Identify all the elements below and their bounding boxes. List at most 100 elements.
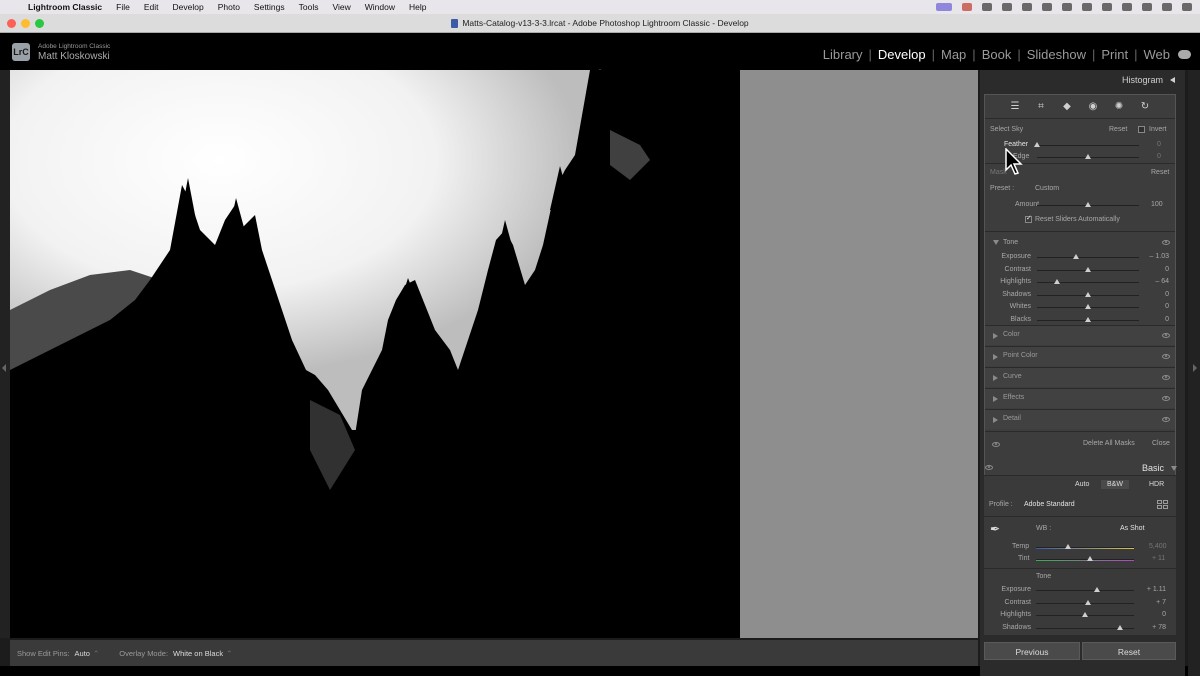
preset-dropdown[interactable]: Custom (1035, 185, 1059, 192)
module-library[interactable]: Library (823, 47, 863, 62)
module-web[interactable]: Web (1144, 47, 1171, 62)
amount-slider[interactable] (1037, 202, 1139, 209)
settings-icon[interactable] (1002, 3, 1012, 11)
collapse-icon[interactable] (1171, 466, 1177, 471)
bw-button[interactable]: B&W (1101, 480, 1129, 489)
brightness-icon[interactable] (982, 3, 992, 11)
status-app-icon[interactable] (962, 3, 972, 11)
edit-sliders-icon[interactable]: ☰ (1010, 101, 1021, 112)
section-point-color[interactable]: Point Color (985, 346, 1175, 366)
temp-slider[interactable] (1036, 544, 1134, 551)
invert-checkbox[interactable] (1138, 126, 1145, 133)
app-icon[interactable] (1042, 3, 1052, 11)
amount-slider-thumb[interactable] (1085, 202, 1091, 207)
profile-dropdown[interactable]: Adobe Standard (1024, 501, 1075, 508)
module-slideshow[interactable]: Slideshow (1027, 47, 1086, 62)
hdr-button[interactable]: HDR (1143, 480, 1170, 489)
eye-icon[interactable] (1162, 354, 1170, 359)
eye-icon[interactable] (1162, 396, 1170, 401)
module-develop[interactable]: Develop (878, 47, 926, 62)
tone-slider-thumb[interactable] (1117, 624, 1124, 630)
tone-collapse-icon[interactable] (993, 240, 999, 245)
tone-slider[interactable] (1037, 266, 1139, 274)
profile-browser-icon[interactable] (1157, 500, 1168, 509)
module-print[interactable]: Print (1101, 47, 1128, 62)
tone-slider-thumb[interactable] (1054, 279, 1061, 284)
battery-icon[interactable] (1102, 3, 1112, 11)
tone-slider-thumb[interactable] (1085, 304, 1091, 309)
previous-button[interactable]: Previous (984, 642, 1080, 660)
menu-help[interactable]: Help (409, 2, 426, 12)
eye-icon[interactable] (1162, 375, 1170, 380)
eye-icon[interactable] (1162, 240, 1170, 245)
image-canvas[interactable] (10, 70, 978, 638)
masking-icon[interactable]: ✺ (1114, 101, 1125, 112)
wifi-icon[interactable] (1122, 3, 1132, 11)
close-masks-button[interactable]: Close (1152, 440, 1170, 447)
show-edit-pins-dropdown[interactable]: Auto (75, 649, 90, 658)
slider-value[interactable]: 0 (1136, 611, 1166, 618)
basic-eye-icon[interactable] (985, 465, 993, 470)
feather-value[interactable]: 0 (1157, 141, 1161, 148)
play-icon[interactable] (1082, 3, 1092, 11)
tone-slider[interactable] (1037, 279, 1139, 286)
wb-dropdown[interactable]: As Shot (1120, 525, 1145, 532)
menu-settings[interactable]: Settings (254, 2, 285, 12)
feather-slider-thumb[interactable] (1034, 142, 1040, 147)
menu-window[interactable]: Window (365, 2, 395, 12)
edge-value[interactable]: 0 (1157, 153, 1161, 160)
tone-slider-thumb[interactable] (1085, 266, 1091, 272)
tint-value[interactable]: + 11 (1152, 555, 1165, 562)
eye-icon[interactable] (1162, 333, 1170, 338)
tone-slider-thumb[interactable] (1082, 612, 1088, 617)
slider-value[interactable]: 0 (1139, 303, 1169, 310)
menu-develop[interactable]: Develop (173, 2, 204, 12)
menu-view[interactable]: View (332, 2, 350, 12)
tone-slider[interactable] (1037, 316, 1139, 324)
module-book[interactable]: Book (982, 47, 1012, 62)
red-eye-icon[interactable]: ◉ (1088, 101, 1099, 112)
mask-overlay-photo[interactable] (10, 70, 740, 638)
crop-icon[interactable]: ⌗ (1036, 101, 1047, 112)
menu-tools[interactable]: Tools (299, 2, 319, 12)
left-panel-strip[interactable] (0, 70, 10, 638)
slider-value[interactable]: + 1.11 (1136, 586, 1166, 593)
tone-slider[interactable] (1036, 587, 1134, 594)
slider-value[interactable]: – 1.03 (1139, 253, 1169, 260)
section-color[interactable]: Color (985, 325, 1175, 345)
menu-edit[interactable]: Edit (144, 2, 159, 12)
sync-icon[interactable] (1022, 3, 1032, 11)
screen-record-icon[interactable] (936, 3, 952, 11)
tint-slider[interactable] (1036, 556, 1134, 563)
reset-tool-icon[interactable]: ↻ (1140, 101, 1151, 112)
menu-app-name[interactable]: Lightroom Classic (28, 2, 102, 12)
minimize-window-button[interactable] (21, 19, 30, 28)
select-sky-reset-button[interactable]: Reset (1109, 126, 1127, 133)
cloud-sync-icon[interactable] (1178, 50, 1191, 59)
histogram-header[interactable]: Histogram (980, 70, 1185, 90)
wb-eyedropper-icon[interactable]: ✒ (990, 522, 1004, 536)
close-window-button[interactable] (7, 19, 16, 28)
eye-icon[interactable] (1162, 417, 1170, 422)
section-effects[interactable]: Effects (985, 388, 1175, 408)
tone-slider-thumb[interactable] (1072, 254, 1079, 259)
temp-value[interactable]: 5,400 (1149, 543, 1167, 550)
tone-slider[interactable] (1036, 624, 1134, 632)
slider-value[interactable]: 0 (1139, 316, 1169, 323)
healing-icon[interactable]: ◆ (1062, 101, 1073, 112)
zoom-window-button[interactable] (35, 19, 44, 28)
tone-slider[interactable] (1037, 291, 1139, 299)
tint-slider-thumb[interactable] (1086, 556, 1093, 561)
tone-slider[interactable] (1036, 612, 1134, 619)
tone-slider-thumb[interactable] (1085, 291, 1091, 297)
slider-value[interactable]: – 64 (1139, 278, 1169, 285)
siri-icon[interactable] (1182, 3, 1192, 11)
tone-slider[interactable] (1037, 254, 1139, 261)
search-icon[interactable] (1142, 3, 1152, 11)
tone-slider-thumb[interactable] (1093, 587, 1100, 592)
tone-slider[interactable] (1037, 304, 1139, 311)
right-panel-toggle-icon[interactable] (1193, 364, 1197, 372)
edge-slider-thumb[interactable] (1085, 154, 1091, 159)
left-panel-toggle-icon[interactable] (2, 364, 6, 372)
tone-slider-thumb[interactable] (1084, 599, 1091, 605)
